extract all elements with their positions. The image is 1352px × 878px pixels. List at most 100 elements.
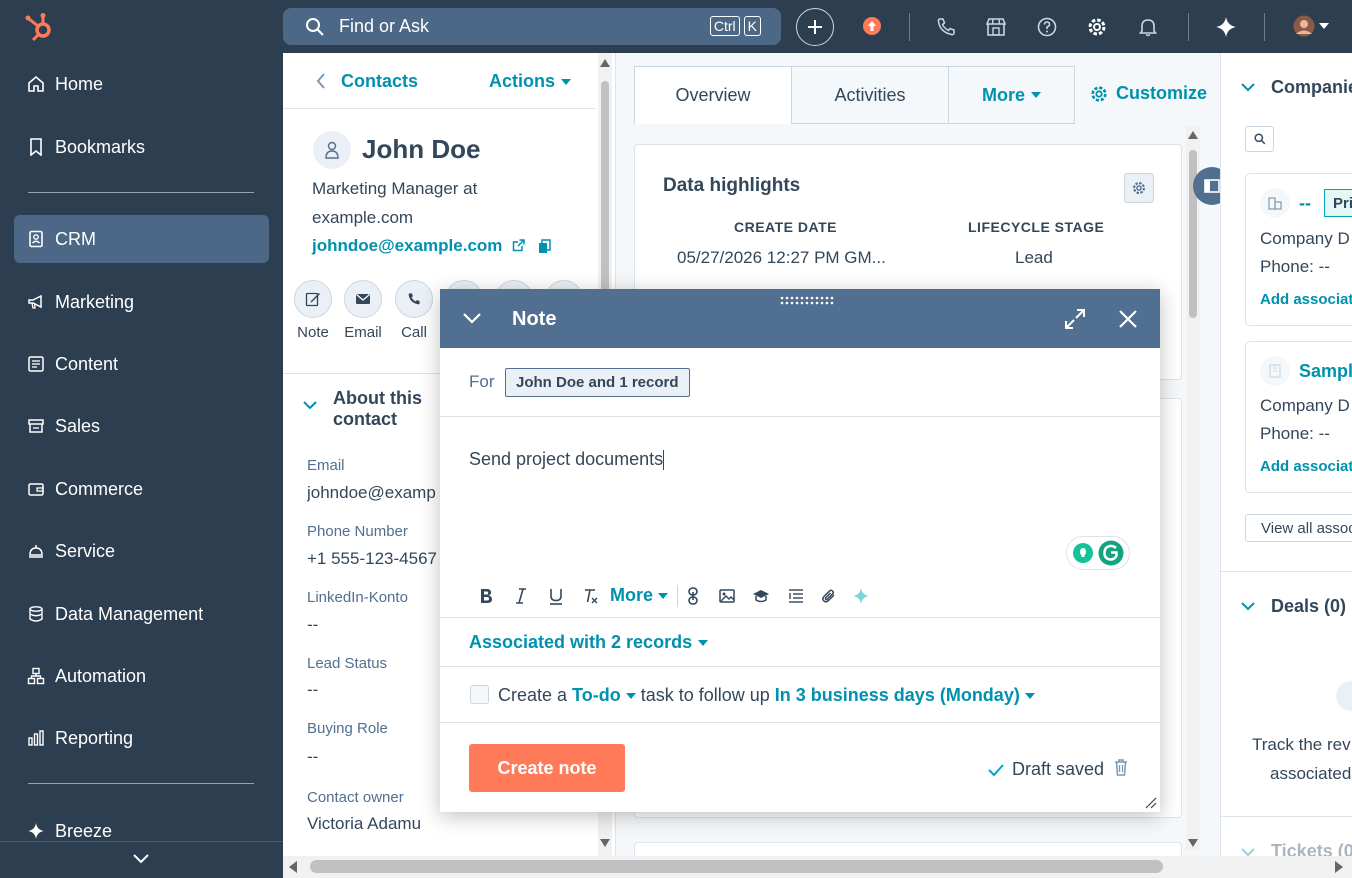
search-companies-button[interactable] bbox=[1245, 126, 1274, 152]
search-icon bbox=[305, 17, 325, 37]
bold-button[interactable] bbox=[473, 583, 499, 609]
create-note-button[interactable]: Create note bbox=[469, 744, 625, 792]
close-icon[interactable] bbox=[1118, 309, 1138, 329]
hubspot-logo-icon[interactable] bbox=[22, 8, 58, 44]
deals-section-title[interactable]: Deals (0) bbox=[1271, 596, 1346, 617]
tab-more[interactable]: More bbox=[948, 66, 1075, 124]
property-value[interactable]: -- bbox=[307, 747, 318, 767]
companies-section-title[interactable]: Companie bbox=[1271, 77, 1352, 98]
card-settings-button[interactable] bbox=[1124, 173, 1154, 203]
associations-dropdown[interactable]: Associated with 2 records bbox=[469, 632, 709, 653]
nav-service[interactable]: Service bbox=[14, 527, 269, 575]
property-value[interactable]: -- bbox=[307, 680, 318, 700]
tab-activities[interactable]: Activities bbox=[791, 66, 949, 124]
scroll-down-arrow-icon[interactable] bbox=[600, 839, 610, 847]
nav-reporting[interactable]: Reporting bbox=[14, 714, 269, 762]
add-association-link[interactable]: Add associatio bbox=[1260, 458, 1352, 475]
chevron-down-icon[interactable] bbox=[132, 853, 150, 865]
property-value[interactable]: +1 555-123-4567 bbox=[307, 549, 437, 569]
database-icon bbox=[26, 604, 46, 624]
company-name-link[interactable]: -- bbox=[1299, 193, 1311, 214]
contact-email-link[interactable]: johndoe@example.com bbox=[312, 236, 502, 256]
expand-icon[interactable] bbox=[1064, 308, 1086, 330]
create-new-button[interactable] bbox=[796, 8, 834, 46]
more-formatting-dropdown[interactable]: More bbox=[610, 585, 669, 606]
task-type-dropdown[interactable]: To-do bbox=[572, 685, 636, 706]
about-section-heading[interactable]: About this contact bbox=[333, 388, 422, 430]
actions-dropdown[interactable]: Actions bbox=[489, 71, 572, 92]
add-association-link[interactable]: Add associatio bbox=[1260, 291, 1352, 308]
help-icon[interactable] bbox=[1034, 14, 1060, 40]
back-to-contacts-link[interactable]: Contacts bbox=[341, 71, 418, 92]
nav-bookmarks[interactable]: Bookmarks bbox=[14, 123, 269, 171]
main-panel-scrollbar[interactable] bbox=[1186, 126, 1200, 850]
drag-handle-icon[interactable] bbox=[780, 296, 836, 306]
property-value[interactable]: johndoe@examp bbox=[307, 483, 442, 503]
notifications-bell-icon[interactable] bbox=[1135, 14, 1161, 40]
email-action-button[interactable]: Email bbox=[338, 280, 388, 341]
tab-overview[interactable]: Overview bbox=[634, 66, 792, 124]
grammarly-widget[interactable] bbox=[1066, 536, 1130, 570]
chevron-down-icon[interactable] bbox=[1240, 601, 1256, 611]
view-all-associations-button[interactable]: View all assoc bbox=[1245, 514, 1352, 542]
nav-data-management[interactable]: Data Management bbox=[14, 590, 269, 638]
nav-crm[interactable]: CRM bbox=[14, 215, 269, 263]
copy-icon[interactable] bbox=[538, 239, 551, 254]
chevron-down-icon[interactable] bbox=[1240, 82, 1256, 92]
collapse-chevron-icon[interactable] bbox=[462, 312, 482, 324]
underline-button[interactable] bbox=[543, 583, 569, 609]
scroll-left-arrow-icon[interactable] bbox=[289, 861, 297, 873]
insert-image-button[interactable] bbox=[714, 583, 740, 609]
italic-button[interactable] bbox=[508, 583, 534, 609]
task-due-dropdown[interactable]: In 3 business days (Monday) bbox=[775, 685, 1035, 706]
ai-sparkle-icon[interactable] bbox=[1213, 14, 1239, 40]
note-action-button[interactable]: Note bbox=[288, 280, 338, 341]
customize-button[interactable]: Customize bbox=[1090, 83, 1207, 104]
sidebar-collapse-bar bbox=[0, 841, 283, 878]
panel-icon bbox=[1204, 179, 1220, 193]
nav-label: CRM bbox=[55, 228, 96, 249]
scrollbar-thumb[interactable] bbox=[310, 860, 1163, 873]
scroll-up-arrow-icon[interactable] bbox=[600, 59, 610, 67]
wallet-icon bbox=[26, 479, 46, 499]
delete-trash-icon[interactable] bbox=[1114, 759, 1128, 776]
settings-gear-icon[interactable] bbox=[1084, 14, 1110, 40]
search-bar[interactable]: Find or Ask Ctrl K bbox=[283, 8, 781, 45]
horizontal-scrollbar[interactable] bbox=[283, 856, 1352, 878]
insert-snippet-button[interactable] bbox=[783, 583, 809, 609]
nav-sales[interactable]: Sales bbox=[14, 402, 269, 450]
insert-link-button[interactable] bbox=[680, 583, 706, 609]
ai-assist-button[interactable] bbox=[848, 583, 874, 609]
attach-file-button[interactable] bbox=[816, 583, 842, 609]
phone-icon[interactable] bbox=[933, 14, 959, 40]
clear-format-button[interactable] bbox=[578, 583, 604, 609]
account-menu[interactable] bbox=[1293, 15, 1329, 37]
scroll-up-arrow-icon[interactable] bbox=[1188, 131, 1198, 139]
company-name-link[interactable]: Sample bbox=[1299, 361, 1352, 382]
toolbar-separator bbox=[677, 585, 678, 607]
create-date-label: CREATE DATE bbox=[734, 219, 837, 235]
scroll-right-arrow-icon[interactable] bbox=[1335, 861, 1343, 873]
marketplace-icon[interactable] bbox=[983, 14, 1009, 40]
chevron-left-icon[interactable] bbox=[316, 72, 326, 90]
scrollbar-thumb[interactable] bbox=[601, 81, 609, 291]
nav-marketing[interactable]: Marketing bbox=[14, 278, 269, 326]
nav-home[interactable]: Home bbox=[14, 60, 269, 108]
chevron-down-icon[interactable] bbox=[302, 400, 318, 410]
insert-knowledge-button[interactable] bbox=[748, 583, 774, 609]
call-action-button[interactable]: Call bbox=[389, 280, 439, 341]
upgrade-icon[interactable] bbox=[859, 13, 885, 39]
note-header[interactable]: Note bbox=[440, 289, 1160, 348]
scroll-down-arrow-icon[interactable] bbox=[1188, 839, 1198, 847]
associated-record-chip[interactable]: John Doe and 1 record bbox=[505, 368, 690, 397]
nav-commerce[interactable]: Commerce bbox=[14, 465, 269, 513]
external-link-icon[interactable] bbox=[512, 239, 525, 252]
nav-automation[interactable]: Automation bbox=[14, 652, 269, 700]
resize-handle-icon[interactable] bbox=[1145, 797, 1157, 809]
caret-down-icon bbox=[625, 692, 636, 699]
note-body-editor[interactable]: Send project documents bbox=[469, 449, 1109, 599]
property-value[interactable]: Victoria Adamu bbox=[307, 814, 421, 834]
nav-content[interactable]: Content bbox=[14, 340, 269, 388]
followup-task-checkbox[interactable] bbox=[470, 685, 489, 704]
property-value[interactable]: -- bbox=[307, 615, 318, 635]
